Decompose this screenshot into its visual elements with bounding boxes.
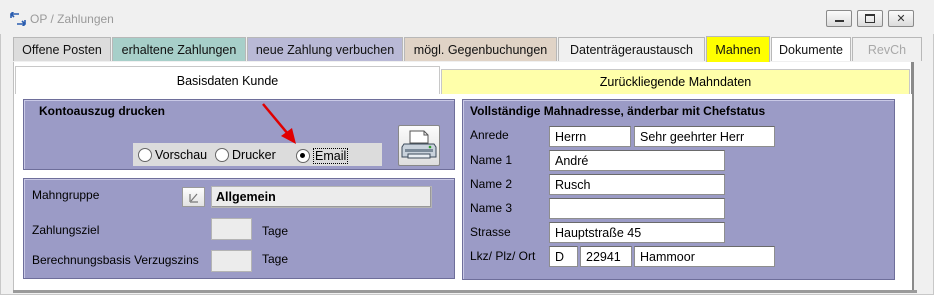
strasse-label: Strasse (470, 225, 511, 239)
mahngruppe-field[interactable]: Allgemein (211, 186, 432, 208)
close-button[interactable]: ✕ (888, 10, 914, 27)
radio-label: Vorschau (155, 148, 208, 162)
radio-vorschau[interactable]: Vorschau (138, 148, 207, 162)
printer-icon (401, 130, 437, 159)
subtab-label: Zurückliegende Mahndaten (599, 75, 752, 89)
subtab-label: Basisdaten Kunde (176, 74, 279, 88)
zahlungsziel-label: Zahlungsziel (32, 223, 100, 237)
edit-icon (189, 193, 198, 203)
briefanrede-field[interactable]: Sehr geehrter Herr (634, 126, 775, 147)
radio-drucker-dot (215, 148, 229, 162)
close-icon: ✕ (896, 13, 906, 25)
subtab-basisdaten-kunde[interactable]: Basisdaten Kunde (15, 66, 440, 95)
plz-field[interactable]: 22941 (580, 246, 632, 267)
kontoauszug-title: Kontoauszug drucken (39, 104, 166, 118)
verzugszins-unit: Tage (262, 252, 289, 266)
maximize-button[interactable] (857, 10, 883, 27)
tab-neue-zahlung-verbuchen[interactable]: neue Zahlung verbuchen (247, 37, 403, 61)
print-button[interactable] (398, 125, 440, 166)
subtab-zurueckliegende-mahndaten[interactable]: Zurückliegende Mahndaten (441, 69, 910, 95)
tab-dokumente[interactable]: Dokumente (771, 37, 851, 61)
radio-drucker[interactable]: Drucker (215, 148, 276, 162)
minimize-icon (834, 20, 844, 22)
tab-label: Datenträgeraustausch (570, 42, 693, 57)
tab-label: neue Zahlung verbuchen (255, 42, 395, 57)
strasse-field[interactable]: Hauptstraße 45 (549, 222, 725, 243)
window-title: OP / Zahlungen (30, 12, 114, 26)
ort-label: Lkz/ Plz/ Ort (470, 249, 536, 263)
tab-mahnen[interactable]: Mahnen (706, 36, 770, 62)
name2-field[interactable]: Rusch (549, 174, 725, 195)
zahlungsziel-unit: Tage (262, 224, 289, 238)
title-bar (0, 0, 934, 34)
tab-label: mögl. Gegenbuchungen (413, 42, 548, 57)
tab-revch: RevCh (852, 37, 922, 61)
tab-label: Mahnen (715, 42, 761, 57)
tab-label: Offene Posten (22, 42, 102, 57)
lkz-field[interactable]: D (549, 246, 578, 267)
anrede-label: Anrede (470, 128, 509, 142)
name2-label: Name 2 (470, 177, 513, 191)
minimize-button[interactable] (826, 10, 852, 27)
tab-label: Dokumente (779, 42, 843, 57)
zahlungsziel-field[interactable] (211, 218, 252, 240)
tab-label: erhaltene Zahlungen (121, 42, 237, 57)
tab-moegl-gegenbuchungen[interactable]: mögl. Gegenbuchungen (404, 37, 557, 61)
name1-label: Name 1 (470, 153, 513, 167)
tab-erhaltene-zahlungen[interactable]: erhaltene Zahlungen (112, 37, 246, 61)
mahngruppe-label: Mahngruppe (32, 188, 100, 202)
radio-vorschau-dot (138, 148, 152, 162)
radio-email[interactable]: Email (296, 148, 349, 164)
app-icon (9, 10, 27, 28)
tab-offene-posten[interactable]: Offene Posten (13, 37, 111, 61)
tab-label: RevCh (867, 42, 907, 57)
name3-field[interactable] (549, 198, 725, 219)
verzugszins-field[interactable] (211, 250, 252, 272)
content-bottom-border (13, 290, 917, 293)
red-arrow-annotation (260, 102, 300, 146)
mahnadresse-title: Vollständige Mahnadresse, änderbar mit C… (470, 104, 766, 118)
radio-label: Drucker (232, 148, 276, 162)
radio-email-dot (296, 149, 310, 163)
maximize-icon (865, 14, 875, 23)
tab-datentraegeraustausch[interactable]: Datenträgeraustausch (558, 37, 705, 61)
name3-label: Name 3 (470, 201, 513, 215)
radio-label: Email (313, 148, 349, 164)
anrede-field[interactable]: Herrn (549, 126, 631, 147)
mahngruppe-lookup-button[interactable] (182, 187, 205, 207)
verzugszins-label: Berechnungsbasis Verzugszins (32, 253, 199, 267)
name1-field[interactable]: André (549, 150, 725, 171)
ort-field[interactable]: Hammoor (634, 246, 775, 267)
